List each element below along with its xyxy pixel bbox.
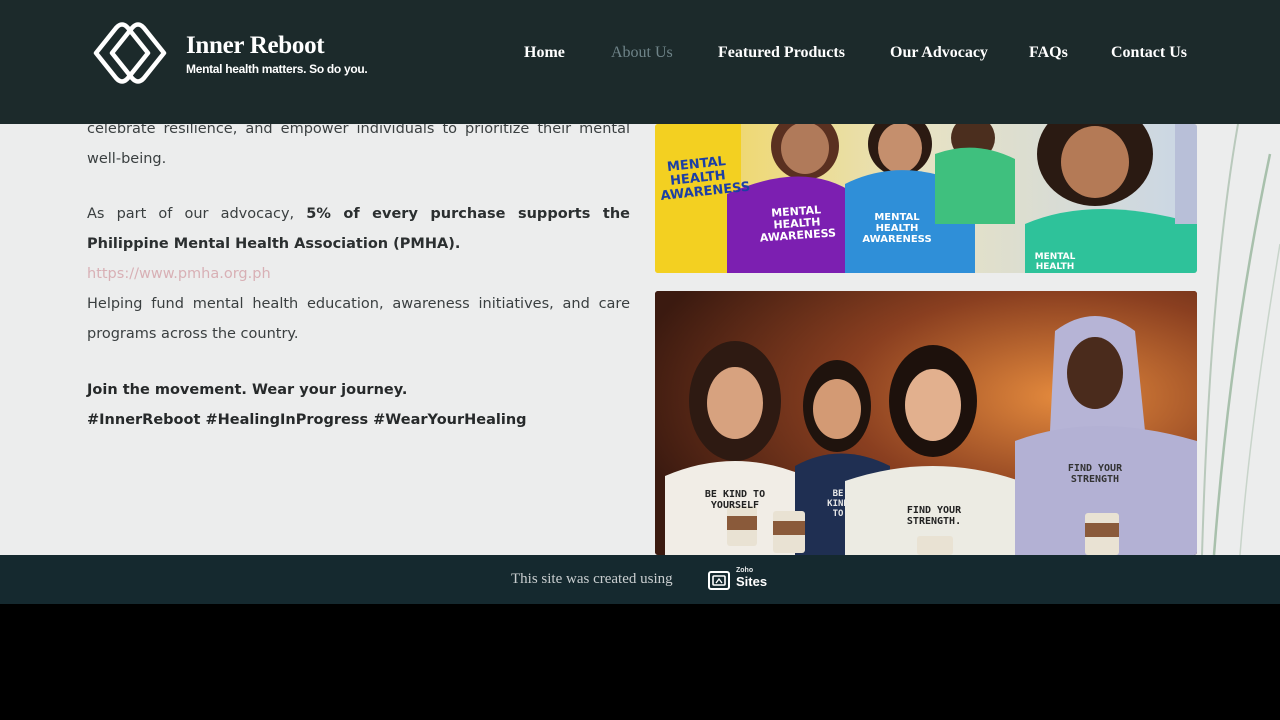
pmha-link[interactable]: https://www.pmha.org.ph (87, 259, 271, 289)
shirt-text-5: BE KIND TO YOURSELF (704, 489, 766, 511)
advocacy-lead: As part of our advocacy, (87, 206, 295, 222)
advocacy-paragraph: As part of our advocacy, 5% of every pur… (87, 199, 630, 259)
zoho-sites-label[interactable]: Sites (736, 574, 767, 589)
nav-our-advocacy[interactable]: Our Advocacy (890, 44, 988, 62)
join-movement-text: Join the movement. Wear your journey. (87, 382, 408, 398)
coffee-group-photo: BE KIND TO YOURSELF BE KIND TO FIND YOUR… (655, 291, 1197, 555)
shirt-text-6: BE KIND TO (827, 489, 849, 519)
shirt-text-3: MENTAL HEALTH AWARENESS (862, 212, 932, 245)
brand-tagline: Mental health matters. So do you. (186, 62, 368, 76)
nav-contact-us[interactable]: Contact Us (1111, 44, 1187, 62)
zoho-label: Zoho (736, 567, 754, 574)
intro-paragraph: celebrate resilience, and empower indivi… (87, 124, 630, 167)
letterbox-bar (0, 604, 1280, 720)
footer-created-text: This site was created using (511, 571, 673, 587)
decorative-lines (1201, 124, 1280, 555)
hashtags-text: #InnerReboot #HealingInProgress #WearYou… (87, 412, 527, 428)
brand-title[interactable]: Inner Reboot (186, 32, 325, 60)
nav-faqs[interactable]: FAQs (1029, 44, 1068, 62)
shirt-text-4: MENTAL HEALTH AWARENESS (1034, 252, 1076, 272)
nav-featured-products[interactable]: Featured Products (718, 44, 845, 62)
about-section: celebrate resilience, and empower indivi… (0, 124, 1280, 555)
site-footer: This site was created using Zoho Sites (0, 555, 1280, 604)
helping-paragraph: Helping fund mental health education, aw… (87, 296, 630, 342)
zoho-sites-logo-icon[interactable] (707, 568, 733, 592)
shirt-text-1: MENTAL HEALTH AWARENESS (659, 154, 752, 204)
inner-reboot-logo-icon[interactable] (86, 16, 174, 90)
site-header: Inner Reboot Mental health matters. So d… (0, 0, 1280, 124)
awareness-group-photo: MENTAL HEALTH AWARENESS MENTAL HEALTH AW… (655, 124, 1197, 273)
nav-about-us[interactable]: About Us (611, 44, 673, 62)
nav-home[interactable]: Home (524, 44, 565, 62)
shirt-text-8: FIND YOUR STRENGTH (1067, 463, 1123, 485)
shirt-text-2: MENTAL HEALTH AWARENESS (759, 203, 837, 245)
shirt-text-7: FIND YOUR STRENGTH. (906, 505, 962, 527)
